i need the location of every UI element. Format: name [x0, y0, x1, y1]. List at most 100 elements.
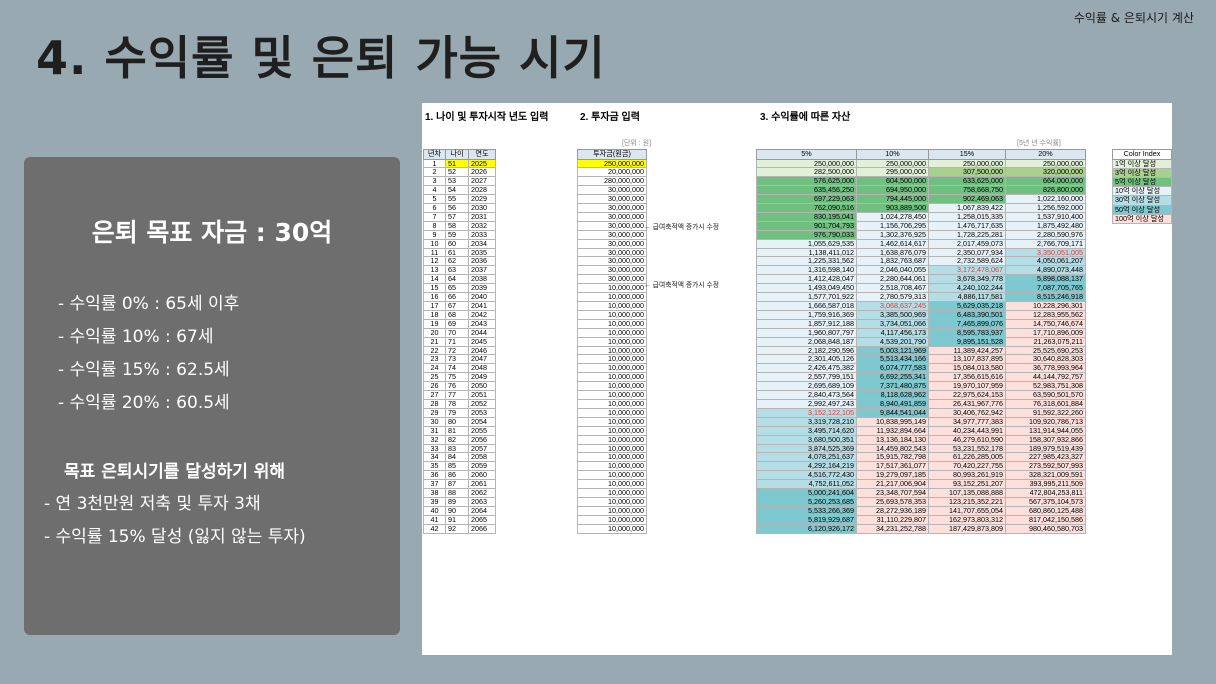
cell-age[interactable]: 63	[445, 265, 469, 276]
cell-invest[interactable]: 10,000,000	[577, 488, 647, 498]
cell-invest[interactable]: 10,000,000	[577, 345, 647, 356]
cell-age[interactable]: 91	[445, 514, 469, 525]
cell-invest[interactable]: 10,000,000	[577, 292, 647, 302]
cell-invest[interactable]: 30,000,000	[577, 211, 647, 222]
cell-age[interactable]: 84	[445, 452, 469, 463]
cell-invest[interactable]: 30,000,000	[577, 265, 647, 276]
cell-calendar[interactable]: 2035	[468, 247, 496, 258]
cell-invest[interactable]: 10,000,000	[577, 363, 647, 374]
cell-calendar[interactable]: 2046	[468, 345, 496, 356]
cell-calendar[interactable]: 2065	[468, 514, 496, 525]
cell-age[interactable]: 76	[445, 381, 469, 392]
cell-age[interactable]: 85	[445, 461, 469, 472]
cell-age[interactable]: 65	[445, 283, 469, 294]
cell-invest[interactable]: 10,000,000	[577, 372, 647, 383]
cell-age[interactable]: 64	[445, 274, 469, 285]
cell-age[interactable]: 89	[445, 496, 469, 507]
cell-invest[interactable]: 10,000,000	[577, 327, 647, 338]
cell-invest[interactable]: 30,000,000	[577, 203, 647, 213]
cell-invest[interactable]: 10,000,000	[577, 434, 647, 445]
cell-invest[interactable]: 280,000,000	[577, 176, 647, 187]
cell-invest[interactable]: 30,000,000	[577, 229, 647, 240]
cell-invest[interactable]: 250,000,000	[577, 158, 647, 169]
cell-age[interactable]: 70	[445, 327, 469, 338]
cell-invest[interactable]: 10,000,000	[577, 407, 647, 418]
cell-invest[interactable]: 10,000,000	[577, 416, 647, 427]
cell-age[interactable]: 88	[445, 488, 469, 498]
cell-age[interactable]: 92	[445, 523, 469, 534]
cell-calendar[interactable]: 2055	[468, 425, 496, 436]
cell-age[interactable]: 78	[445, 398, 469, 409]
cell-calendar[interactable]: 2034	[468, 238, 496, 249]
cell-calendar[interactable]: 2056	[468, 434, 496, 445]
cell-invest[interactable]: 30,000,000	[577, 256, 647, 267]
cell-age[interactable]: 54	[445, 185, 469, 196]
cell-age[interactable]: 52	[445, 167, 469, 178]
cell-invest[interactable]: 10,000,000	[577, 318, 647, 329]
cell-invest[interactable]: 30,000,000	[577, 238, 647, 249]
cell-calendar[interactable]: 2060	[468, 470, 496, 481]
cell-calendar[interactable]: 2031	[468, 211, 496, 222]
cell-calendar[interactable]: 2042	[468, 309, 496, 320]
cell-invest[interactable]: 10,000,000	[577, 505, 647, 516]
cell-age[interactable]: 68	[445, 309, 469, 320]
cell-age[interactable]: 75	[445, 372, 469, 383]
cell-calendar[interactable]: 2038	[468, 274, 496, 285]
cell-calendar[interactable]: 2043	[468, 318, 496, 329]
cell-calendar[interactable]: 2026	[468, 167, 496, 178]
cell-age[interactable]: 79	[445, 407, 469, 418]
cell-invest[interactable]: 10,000,000	[577, 470, 647, 481]
cell-age[interactable]: 83	[445, 443, 469, 454]
cell-age[interactable]: 86	[445, 470, 469, 481]
cell-calendar[interactable]: 2025	[468, 158, 496, 169]
cell-age[interactable]: 74	[445, 363, 469, 374]
cell-invest[interactable]: 10,000,000	[577, 336, 647, 347]
cell-calendar[interactable]: 2047	[468, 354, 496, 365]
cell-calendar[interactable]: 2058	[468, 452, 496, 463]
cell-calendar[interactable]: 2037	[468, 265, 496, 276]
cell-calendar[interactable]: 2033	[468, 229, 496, 240]
cell-age[interactable]: 69	[445, 318, 469, 329]
cell-age[interactable]: 73	[445, 354, 469, 365]
cell-invest[interactable]: 30,000,000	[577, 220, 647, 231]
cell-age[interactable]: 87	[445, 479, 469, 490]
cell-invest[interactable]: 10,000,000	[577, 390, 647, 400]
cell-calendar[interactable]: 2053	[468, 407, 496, 418]
cell-calendar[interactable]: 2028	[468, 185, 496, 196]
cell-calendar[interactable]: 2059	[468, 461, 496, 472]
cell-age[interactable]: 67	[445, 301, 469, 311]
cell-calendar[interactable]: 2048	[468, 363, 496, 374]
cell-calendar[interactable]: 2064	[468, 505, 496, 516]
cell-invest[interactable]: 10,000,000	[577, 514, 647, 525]
cell-calendar[interactable]: 2036	[468, 256, 496, 267]
cell-age[interactable]: 56	[445, 203, 469, 213]
cell-age[interactable]: 58	[445, 220, 469, 231]
cell-calendar[interactable]: 2057	[468, 443, 496, 454]
cell-invest[interactable]: 10,000,000	[577, 443, 647, 454]
cell-age[interactable]: 82	[445, 434, 469, 445]
cell-invest[interactable]: 10,000,000	[577, 496, 647, 507]
cell-invest[interactable]: 10,000,000	[577, 461, 647, 472]
cell-calendar[interactable]: 2041	[468, 301, 496, 311]
cell-age[interactable]: 60	[445, 238, 469, 249]
cell-invest[interactable]: 10,000,000	[577, 283, 647, 294]
cell-calendar[interactable]: 2050	[468, 381, 496, 392]
cell-age[interactable]: 53	[445, 176, 469, 187]
cell-calendar[interactable]: 2051	[468, 390, 496, 400]
cell-calendar[interactable]: 2066	[468, 523, 496, 534]
cell-calendar[interactable]: 2052	[468, 398, 496, 409]
cell-age[interactable]: 71	[445, 336, 469, 347]
cell-age[interactable]: 66	[445, 292, 469, 302]
cell-invest[interactable]: 10,000,000	[577, 452, 647, 463]
cell-age[interactable]: 57	[445, 211, 469, 222]
cell-invest[interactable]: 10,000,000	[577, 425, 647, 436]
cell-calendar[interactable]: 2045	[468, 336, 496, 347]
cell-invest[interactable]: 10,000,000	[577, 301, 647, 311]
cell-calendar[interactable]: 2062	[468, 488, 496, 498]
cell-calendar[interactable]: 2049	[468, 372, 496, 383]
cell-calendar[interactable]: 2039	[468, 283, 496, 294]
cell-age[interactable]: 81	[445, 425, 469, 436]
cell-age[interactable]: 80	[445, 416, 469, 427]
cell-calendar[interactable]: 2044	[468, 327, 496, 338]
cell-invest[interactable]: 30,000,000	[577, 247, 647, 258]
